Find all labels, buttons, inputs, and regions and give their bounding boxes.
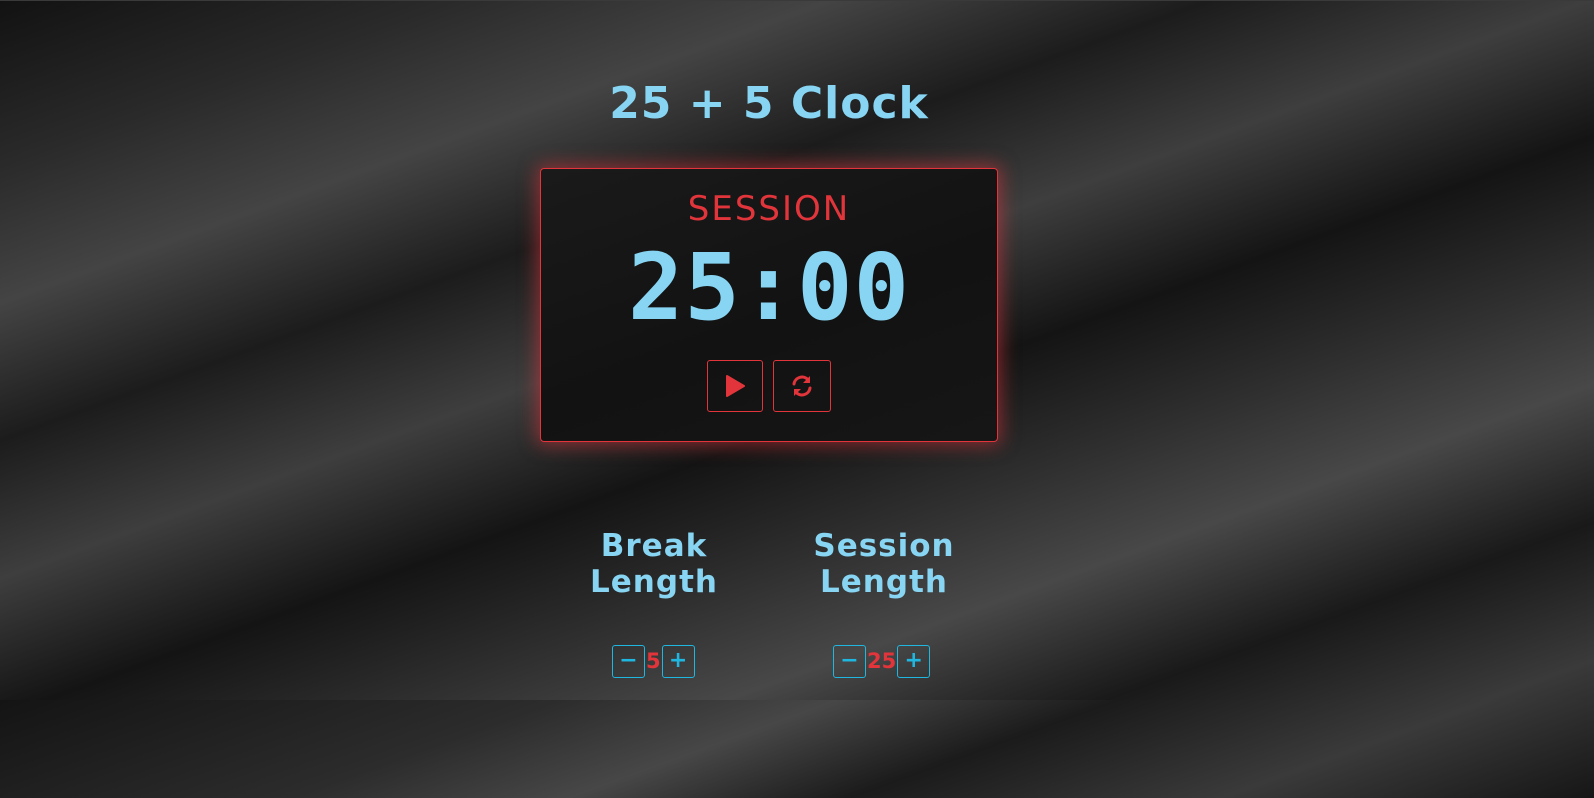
refresh-icon	[789, 373, 815, 399]
top-divider	[0, 0, 1594, 1]
break-length-label: Break Length	[590, 528, 718, 600]
session-length-value: 25	[867, 649, 897, 673]
session-increment-button[interactable]: +	[897, 644, 931, 678]
session-length-stepper: − 25 +	[833, 644, 931, 678]
session-length-label: Session Length	[813, 528, 955, 600]
break-length-value: 5	[646, 649, 661, 673]
bottom-background-band	[0, 700, 1594, 798]
session-length-section: Session Length	[800, 528, 968, 600]
break-length-section: Break Length	[574, 528, 734, 600]
break-increment-button[interactable]: +	[661, 644, 695, 678]
timer-label: SESSION	[687, 189, 851, 229]
break-decrement-button[interactable]: −	[612, 644, 645, 678]
page-title: 25 + 5 Clock	[609, 78, 929, 129]
session-decrement-button[interactable]: −	[833, 644, 866, 678]
start-stop-button[interactable]	[707, 360, 763, 412]
reset-button[interactable]	[773, 360, 831, 412]
timer-panel: SESSION 25:00	[540, 168, 998, 442]
play-icon	[724, 374, 746, 398]
time-left-display: 25:00	[628, 234, 910, 341]
break-length-stepper: − 5 +	[612, 644, 695, 678]
